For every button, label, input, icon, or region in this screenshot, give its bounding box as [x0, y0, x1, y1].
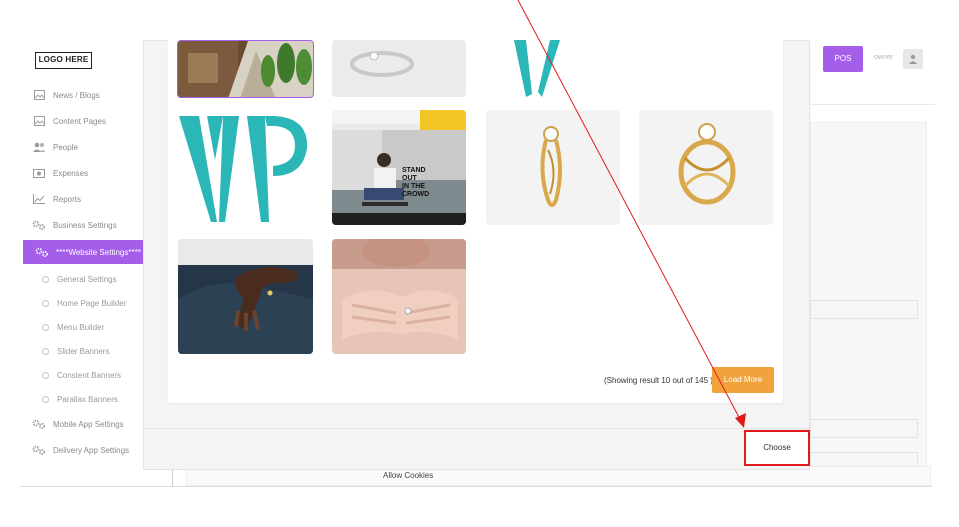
circle-icon: [42, 347, 49, 355]
user-name[interactable]: owner: [874, 54, 893, 61]
submenu-label: Menu Builder: [57, 322, 105, 332]
submenu-general-settings[interactable]: General Settings: [20, 269, 144, 289]
pos-button[interactable]: POS: [823, 46, 863, 72]
gears-icon: [35, 247, 49, 257]
submenu-label: Parallax Banners: [57, 394, 118, 404]
users-icon: [32, 142, 46, 152]
gears-icon: [32, 445, 46, 455]
sidebar-item-label: Business Settings: [53, 220, 117, 230]
circle-icon: [42, 395, 49, 403]
text-field[interactable]: [810, 419, 918, 438]
sidebar-item-mobile-app-settings[interactable]: Mobile App Settings: [20, 412, 144, 436]
gears-icon: [32, 419, 46, 429]
sidebar-item-label: People: [53, 142, 78, 152]
image-icon: [32, 90, 46, 100]
submenu-label: Constent Banners: [57, 370, 122, 380]
money-icon: [32, 168, 46, 178]
submenu-constent-banners[interactable]: Constent Banners: [20, 365, 144, 385]
logo: LOGO HERE: [35, 52, 92, 69]
text-field[interactable]: [810, 300, 918, 319]
avatar[interactable]: [903, 49, 923, 69]
submenu-menu-builder[interactable]: Menu Builder: [20, 317, 144, 337]
sidebar-item-label: ****Website Settings****: [56, 247, 141, 257]
modal-footer-divider: [143, 428, 810, 429]
circle-icon: [42, 323, 49, 331]
allow-cookies-label: Allow Cookies: [383, 471, 434, 480]
gold-twist-ring-image[interactable]: [639, 110, 773, 225]
app-screen: LOGO HERE News / Blogs Content Pages Peo…: [0, 0, 959, 527]
submenu-parallax-banners[interactable]: Parallax Banners: [20, 389, 144, 409]
results-count: (Showing result 10 out of 145 ): [604, 376, 713, 385]
circle-icon: [42, 371, 49, 379]
chart-line-icon: [32, 194, 46, 204]
submenu-label: Slider Banners: [57, 346, 110, 356]
load-more-button[interactable]: Load More: [712, 367, 774, 393]
submenu-label: General Settings: [57, 274, 117, 284]
sidebar-item-content-pages[interactable]: Content Pages: [20, 109, 144, 133]
sidebar-item-label: Expenses: [53, 168, 89, 178]
sidebar-item-reports[interactable]: Reports: [20, 187, 144, 211]
sidebar-item-people[interactable]: People: [20, 135, 144, 159]
wp-logo-partial-image[interactable]: [486, 40, 620, 97]
diamond-ring-closeup-image[interactable]: [332, 40, 466, 97]
garden-house-image[interactable]: [177, 40, 314, 98]
image-icon: [32, 116, 46, 126]
submenu-home-page-builder[interactable]: Home Page Builder: [20, 293, 144, 313]
sidebar-item-label: Reports: [53, 194, 82, 204]
gold-ring-side-image[interactable]: [486, 110, 620, 225]
sidebar-item-label: Content Pages: [53, 116, 106, 126]
sidebar-item-expenses[interactable]: Expenses: [20, 161, 144, 185]
wp-logo-image[interactable]: [177, 110, 313, 225]
svg-text:CROWD: CROWD: [402, 191, 429, 198]
stand-out-poster-image[interactable]: STAND OUT IN THE CROWD: [332, 110, 466, 225]
sidebar-item-label: News / Blogs: [53, 90, 100, 100]
gears-icon: [32, 220, 46, 230]
sidebar-item-label: Mobile App Settings: [53, 419, 124, 429]
circle-icon: [42, 275, 49, 283]
sidebar-item-delivery-app-settings[interactable]: Delivery App Settings: [20, 438, 144, 462]
svg-text:IN THE: IN THE: [402, 183, 425, 190]
sidebar: LOGO HERE News / Blogs Content Pages Peo…: [20, 40, 144, 490]
svg-text:STAND: STAND: [402, 167, 426, 174]
sidebar-item-business-settings[interactable]: Business Settings: [20, 213, 144, 237]
svg-text:OUT: OUT: [402, 175, 418, 182]
circle-icon: [42, 299, 49, 307]
choose-button[interactable]: Choose: [744, 430, 810, 466]
sidebar-item-news-blogs[interactable]: News / Blogs: [20, 83, 144, 107]
submenu-slider-banners[interactable]: Slider Banners: [20, 341, 144, 361]
divider: [810, 104, 935, 105]
divider: [172, 470, 173, 487]
submenu-label: Home Page Builder: [57, 298, 127, 308]
sidebar-item-label: Delivery App Settings: [53, 445, 130, 455]
scroll-track: [20, 486, 932, 487]
hand-ring-image[interactable]: [178, 239, 313, 354]
hands-ring-image[interactable]: [332, 239, 466, 354]
user-icon: [909, 54, 917, 64]
sidebar-item-website-settings[interactable]: ****Website Settings****: [23, 240, 144, 264]
